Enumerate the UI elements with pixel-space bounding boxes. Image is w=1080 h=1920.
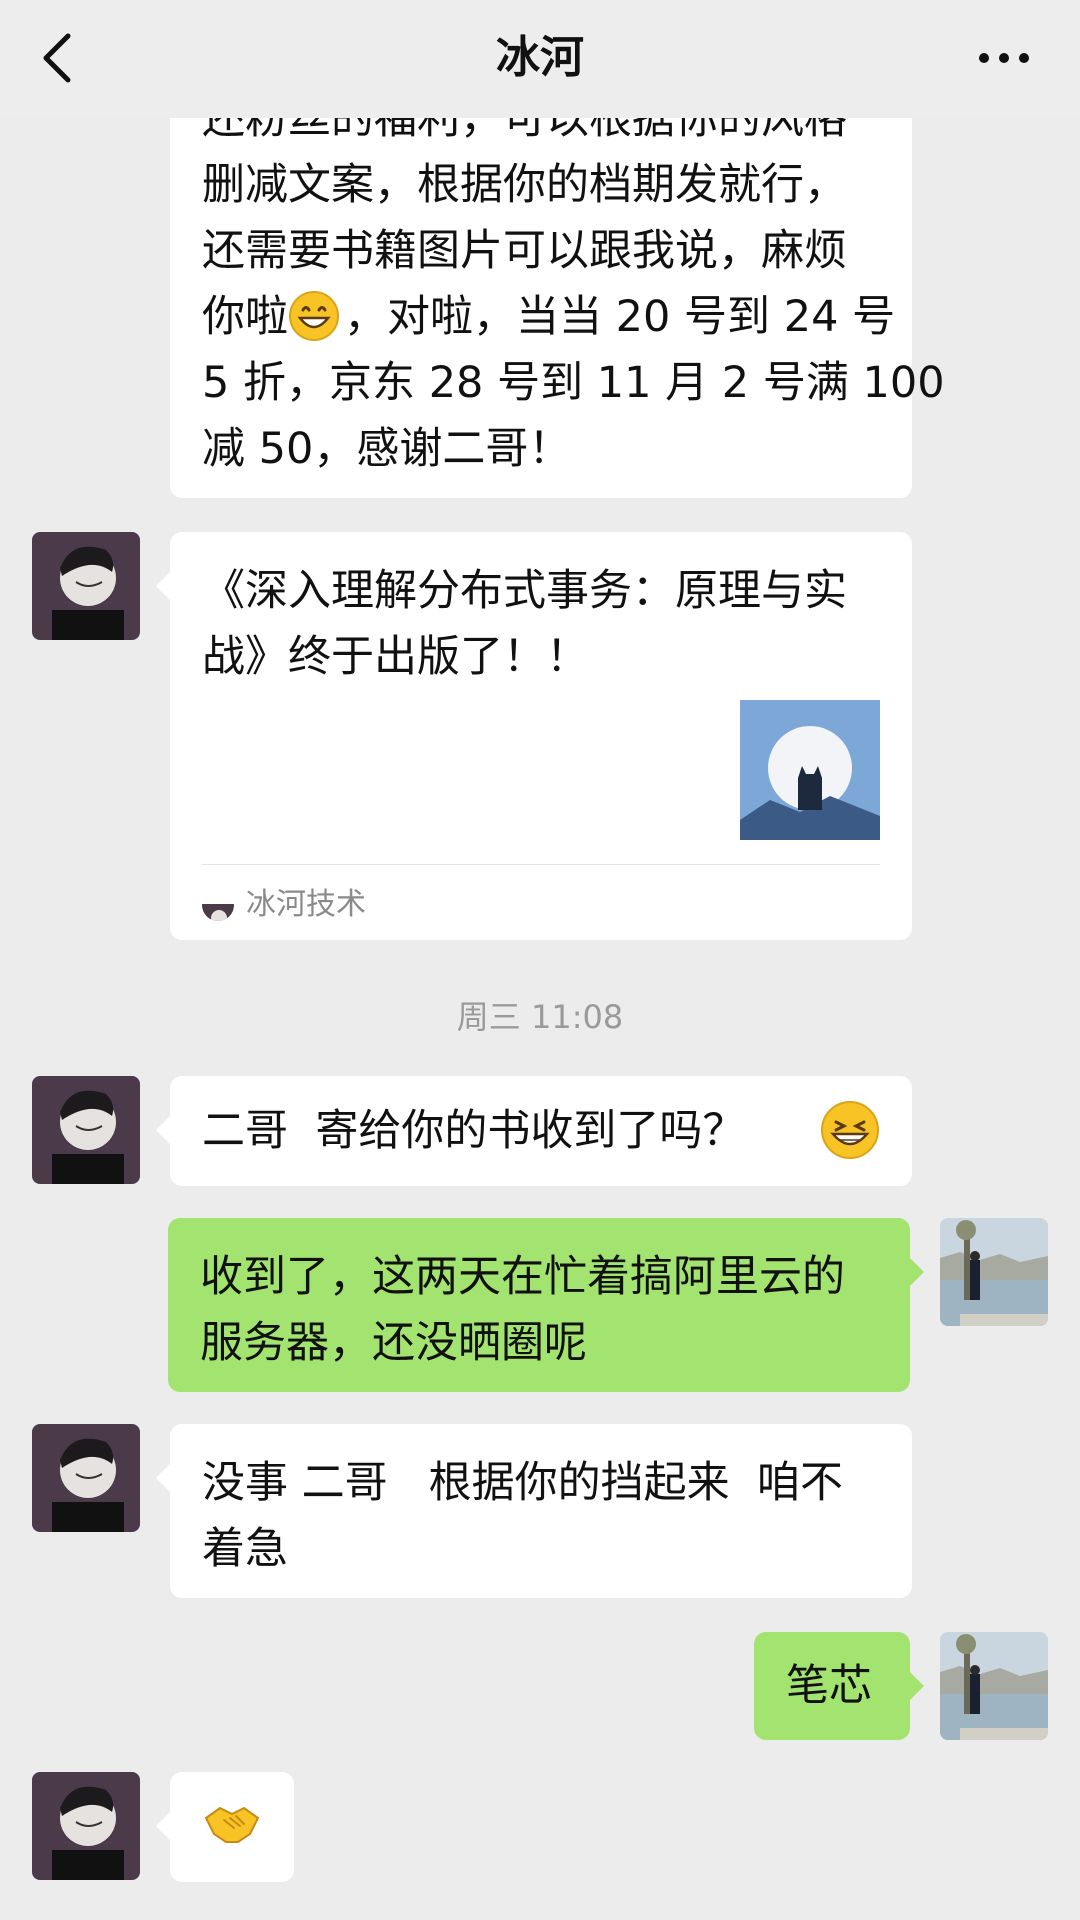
article-thumbnail — [740, 700, 880, 840]
message-bubble[interactable]: 二哥 寄给你的书收到了吗？ — [156, 1076, 912, 1186]
timestamp: 周三 11:08 — [456, 998, 624, 1036]
message-line: 还需要书籍图片可以跟我说，麻烦 — [202, 226, 847, 276]
grinning-face-icon — [289, 290, 339, 341]
more-icon[interactable] — [976, 46, 1032, 70]
person-avatar-icon — [32, 1424, 140, 1532]
article-title: 《深入理解分布式事务：原理与实战》终于出版了！！ — [202, 566, 847, 682]
message-text: 你啦 — [202, 292, 288, 342]
article-source[interactable]: 冰河技术 — [202, 880, 366, 930]
source-avatar — [202, 889, 234, 921]
grinning-squint-icon — [821, 1101, 879, 1159]
message-bubble-outgoing[interactable]: 收到了，这两天在忙着搞阿里云的服务器，还没晒圈呢 — [168, 1218, 924, 1392]
message-text: 笔芯 — [786, 1661, 872, 1711]
chat-title: 冰河 — [496, 32, 584, 83]
message-bubble[interactable] — [156, 1772, 294, 1882]
person-photo-icon — [940, 1632, 1048, 1740]
contact-avatar[interactable] — [32, 532, 140, 640]
message-line: 减 50，感谢二哥！ — [202, 424, 572, 474]
message-line: 5 折，京东 28 号到 11 月 2 号满 100 — [202, 358, 945, 408]
contact-avatar[interactable] — [32, 1076, 140, 1184]
message-line: 删减文案，根据你的档期发就行， — [202, 160, 847, 210]
message-text: 二哥 寄给你的书收到了吗？ — [202, 1106, 746, 1156]
person-avatar-icon — [32, 1076, 140, 1184]
my-avatar[interactable] — [940, 1218, 1048, 1326]
message-bubble[interactable]: 还粉丝的福利，可以根据你的风格 删减文案，根据你的档期发就行， 还需要书籍图片可… — [170, 118, 945, 498]
chat-area[interactable]: 还粉丝的福利，可以根据你的风格 删减文案，根据你的档期发就行， 还需要书籍图片可… — [0, 118, 1080, 1920]
message-text: 收到了，这两天在忙着搞阿里云的服务器，还没晒圈呢 — [200, 1252, 845, 1368]
source-name: 冰河技术 — [246, 887, 366, 922]
card-divider — [202, 864, 880, 865]
person-avatar-icon — [32, 1772, 140, 1880]
message-text: 没事 二哥 根据你的挡起来 咱不着急 — [202, 1458, 844, 1574]
contact-avatar[interactable] — [32, 1424, 140, 1532]
message-bubble-outgoing[interactable]: 笔芯 — [754, 1632, 924, 1740]
person-avatar-icon — [32, 532, 140, 640]
person-photo-icon — [940, 1218, 1048, 1326]
article-card[interactable]: 《深入理解分布式事务：原理与实战》终于出版了！！ 冰河技术 — [156, 532, 912, 940]
message-line: 还粉丝的福利，可以根据你的风格 — [202, 118, 847, 144]
my-avatar[interactable] — [940, 1632, 1048, 1740]
handshake-icon — [204, 1806, 260, 1843]
message-text: ，对啦，当当 20 号到 24 号 — [344, 292, 896, 342]
message-bubble[interactable]: 没事 二哥 根据你的挡起来 咱不着急 — [156, 1424, 912, 1598]
contact-avatar[interactable] — [32, 1772, 140, 1880]
message-line-with-emoji: 你啦 ，对啦，当当 20 号到 24 号 — [202, 284, 896, 350]
chat-header: 冰河 — [0, 0, 1080, 118]
